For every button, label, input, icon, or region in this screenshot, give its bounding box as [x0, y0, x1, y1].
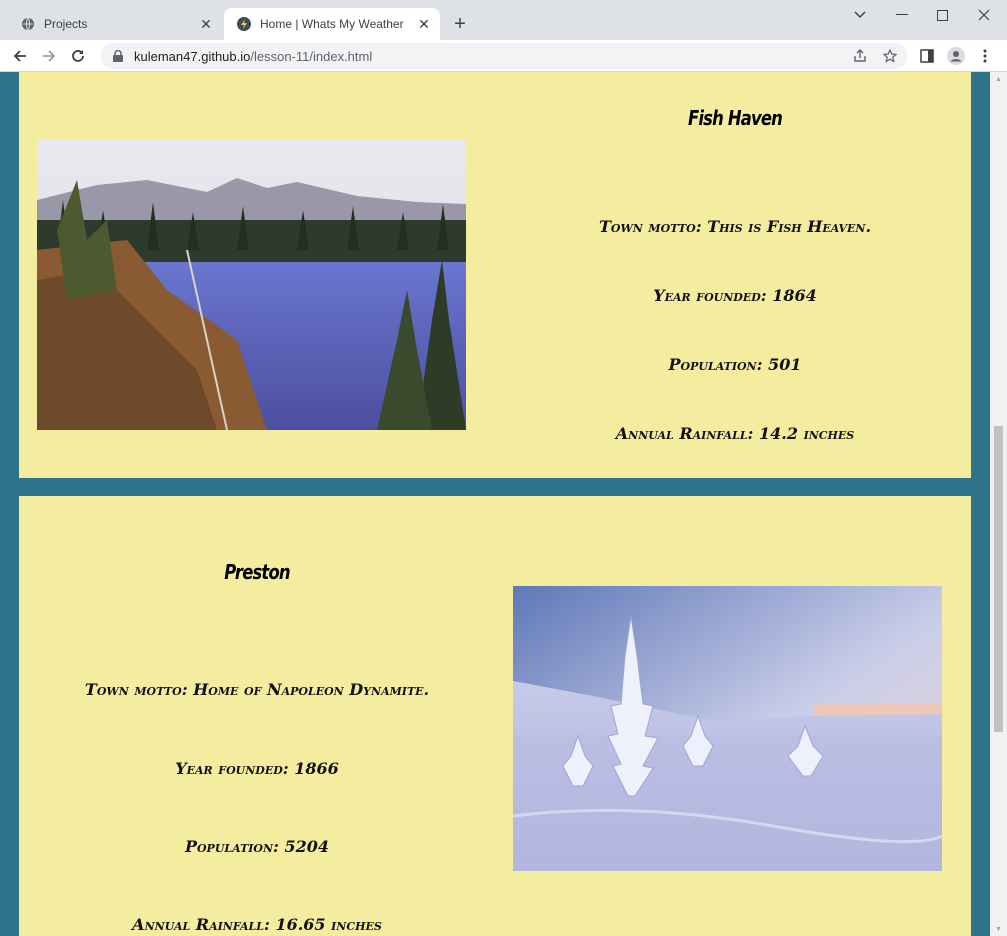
- reload-icon[interactable]: [65, 43, 91, 69]
- url-path: /lesson-11/index.html: [250, 48, 373, 64]
- tab-search-icon[interactable]: [840, 0, 880, 30]
- share-icon[interactable]: [850, 46, 870, 66]
- town-motto: Town motto: This is Fish Heaven.: [598, 217, 872, 236]
- close-tab-icon[interactable]: ✕: [198, 16, 214, 32]
- page-viewport: Fish Haven Town motto: This is Fish Heav…: [0, 72, 1007, 936]
- town-card-preston: Preston Town motto: Home of Napoleon Dyn…: [19, 496, 971, 936]
- annual-rainfall: Annual Rainfall: 14.2 inches: [615, 424, 855, 443]
- tab-title: Projects: [44, 17, 88, 31]
- town-name: Preston: [224, 560, 290, 584]
- tab-home-weather[interactable]: Home | Whats My Weather ✕: [224, 8, 440, 40]
- lightning-icon: [236, 16, 252, 32]
- globe-icon: [20, 16, 36, 32]
- maximize-button[interactable]: [922, 0, 962, 30]
- close-window-button[interactable]: [964, 0, 1004, 30]
- menu-kebab-icon[interactable]: [972, 43, 998, 69]
- town-motto: Town motto: Home of Napoleon Dynamite.: [84, 680, 430, 699]
- town-card-fish-haven: Fish Haven Town motto: This is Fish Heav…: [19, 72, 971, 478]
- tab-projects[interactable]: Projects ✕: [8, 8, 222, 40]
- scroll-down-arrow-icon[interactable]: ▼: [990, 922, 1007, 936]
- annual-rainfall: Annual Rainfall: 16.65 inches: [132, 915, 382, 934]
- snowy-landscape-photo: [513, 586, 942, 871]
- population: Population: 5204: [184, 837, 330, 856]
- browser-toolbar: kuleman47.github.io/lesson-11/index.html: [0, 40, 1007, 72]
- address-bar[interactable]: kuleman47.github.io/lesson-11/index.html: [100, 43, 908, 69]
- url-text: kuleman47.github.io/lesson-11/index.html: [134, 49, 850, 64]
- forward-arrow-icon[interactable]: [36, 43, 62, 69]
- scroll-up-arrow-icon[interactable]: ▲: [990, 72, 1007, 86]
- year-founded: Year founded: 1866: [175, 759, 339, 778]
- tab-title: Home | Whats My Weather: [260, 17, 404, 31]
- lock-icon[interactable]: [110, 50, 126, 62]
- url-host: kuleman47.github.io: [134, 48, 251, 64]
- lake-landscape-photo: [37, 140, 466, 430]
- scrollbar-thumb[interactable]: [994, 426, 1003, 732]
- side-panel-icon[interactable]: [914, 43, 940, 69]
- minimize-button[interactable]: [882, 0, 922, 30]
- year-founded: Year founded: 1864: [653, 286, 817, 305]
- town-name: Fish Haven: [687, 106, 783, 130]
- close-tab-icon[interactable]: ✕: [416, 16, 432, 32]
- vertical-scrollbar[interactable]: ▲ ▼: [990, 72, 1007, 936]
- bookmark-star-icon[interactable]: [880, 46, 900, 66]
- tab-strip: Projects ✕ Home | Whats My Weather ✕ +: [0, 0, 1007, 40]
- new-tab-button[interactable]: +: [448, 12, 472, 36]
- population: Population: 501: [668, 355, 802, 374]
- back-arrow-icon[interactable]: [7, 43, 33, 69]
- profile-avatar-icon[interactable]: [943, 43, 969, 69]
